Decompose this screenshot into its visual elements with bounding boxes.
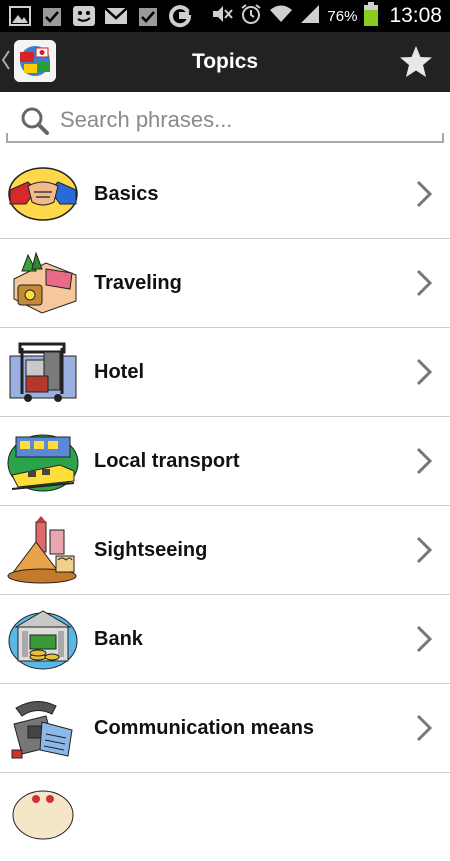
train-icon	[6, 427, 80, 495]
chevron-right-icon	[416, 714, 433, 742]
luggage-icon	[6, 249, 80, 317]
chevron-right-icon	[416, 447, 433, 475]
list-item-traveling[interactable]: Traveling	[0, 239, 450, 328]
chevron-right-icon	[416, 625, 433, 653]
notification-icons	[8, 5, 192, 28]
checkbox-icon	[136, 5, 160, 27]
topic-label: Bank	[94, 628, 143, 650]
chevron-right-icon	[416, 536, 433, 564]
chevron-right-icon	[416, 180, 433, 208]
status-bar: 76% 13:08	[0, 0, 450, 32]
wifi-icon	[269, 4, 293, 29]
checkbox-icon	[40, 5, 64, 27]
google-icon	[168, 5, 192, 28]
search-bar	[0, 92, 450, 150]
gmail-icon	[104, 5, 128, 27]
system-icons: 76% 13:08	[211, 0, 442, 32]
list-item-bank[interactable]: Bank	[0, 595, 450, 684]
topic-label: Traveling	[94, 272, 182, 294]
list-item-hotel[interactable]: Hotel	[0, 328, 450, 417]
topic-list: Basics Traveling Hotel Local transport S…	[0, 150, 450, 862]
bank-icon	[6, 605, 80, 673]
list-item-basics[interactable]: Basics	[0, 150, 450, 239]
list-item-local-transport[interactable]: Local transport	[0, 417, 450, 506]
image-icon	[8, 5, 32, 27]
partial-topic-icon	[6, 783, 80, 851]
topic-label: Communication means	[94, 717, 315, 739]
chevron-right-icon	[416, 269, 433, 297]
topic-label: Sightseeing	[94, 539, 208, 561]
search-underline	[6, 133, 444, 143]
chat-icon	[72, 5, 96, 27]
search-input[interactable]	[60, 104, 430, 136]
list-item-communication-means[interactable]: Communication means	[0, 684, 450, 773]
topic-label: Hotel	[94, 361, 144, 383]
alarm-icon	[240, 3, 262, 30]
list-item-sightseeing[interactable]: Sightseeing	[0, 506, 450, 595]
topic-label: Basics	[94, 183, 159, 205]
search-icon	[20, 106, 50, 136]
action-bar: Topics	[0, 32, 450, 92]
star-icon[interactable]	[398, 44, 434, 80]
mute-icon	[211, 4, 234, 29]
topic-label: Local transport	[94, 450, 240, 472]
chevron-right-icon	[416, 358, 433, 386]
clock: 13:08	[389, 4, 442, 27]
signal-icon	[300, 4, 320, 29]
telephone-icon	[6, 694, 80, 762]
handshake-icon	[6, 160, 80, 228]
battery-icon	[364, 1, 379, 31]
luggage-cart-icon	[6, 338, 80, 406]
landmarks-icon	[6, 516, 80, 584]
page-title: Topics	[191, 50, 259, 73]
battery-percent: 76%	[327, 7, 358, 25]
list-item-partial[interactable]	[0, 773, 450, 862]
